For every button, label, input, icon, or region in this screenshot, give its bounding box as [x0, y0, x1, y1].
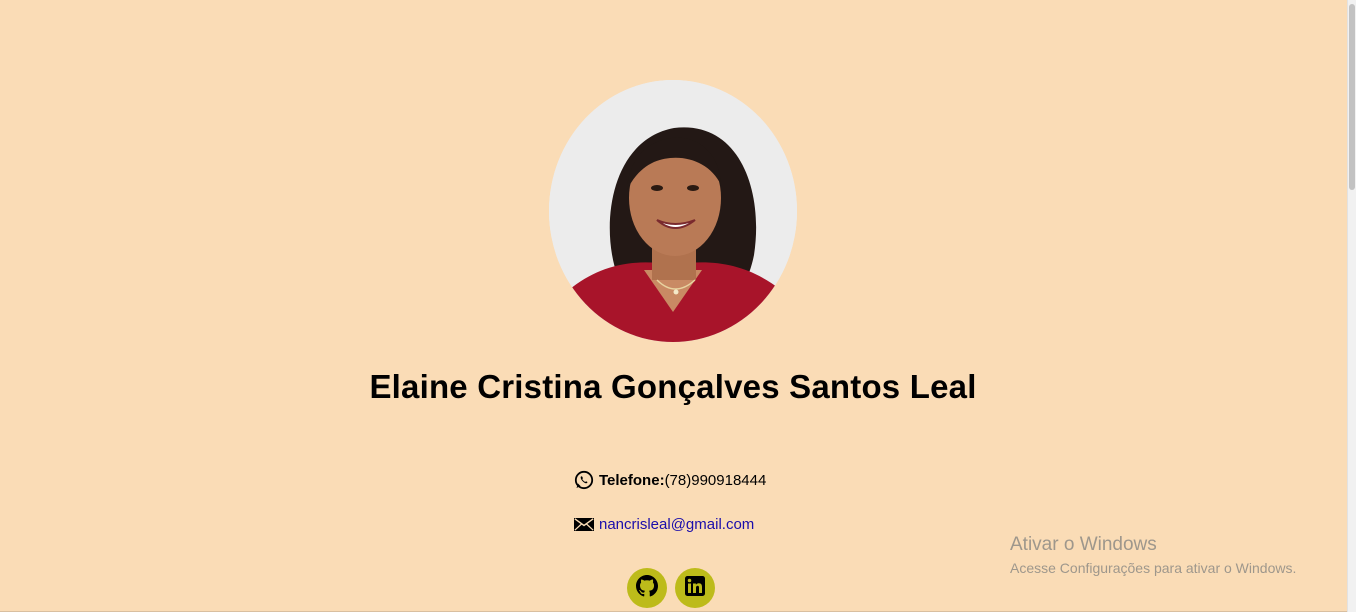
- vertical-scrollbar[interactable]: [1347, 0, 1356, 612]
- windows-activation-watermark: Ativar o Windows Acesse Configurações pa…: [1010, 534, 1296, 576]
- github-icon: [636, 574, 658, 602]
- github-button[interactable]: [627, 568, 667, 608]
- email-row: nancrisleal@gmail.com: [574, 514, 754, 534]
- linkedin-icon: [685, 575, 705, 601]
- whatsapp-icon: [574, 470, 594, 490]
- profile-photo: [549, 80, 797, 342]
- envelope-icon: [574, 514, 594, 534]
- phone-row: Telefone: (78)990918444: [574, 470, 766, 490]
- social-links: [627, 568, 715, 608]
- profile-name: Elaine Cristina Gonçalves Santos Leal: [369, 368, 977, 405]
- phone-label: Telefone:: [599, 471, 665, 489]
- linkedin-button[interactable]: [675, 568, 715, 608]
- watermark-subtitle: Acesse Configurações para ativar o Windo…: [1010, 560, 1297, 576]
- page: Elaine Cristina Gonçalves Santos Leal Te…: [0, 0, 1356, 612]
- watermark-title: Ativar o Windows: [1010, 534, 1157, 555]
- email-link[interactable]: nancrisleal@gmail.com: [599, 516, 754, 533]
- phone-value: (78)990918444: [664, 471, 767, 489]
- scrollbar-thumb[interactable]: [1349, 4, 1355, 190]
